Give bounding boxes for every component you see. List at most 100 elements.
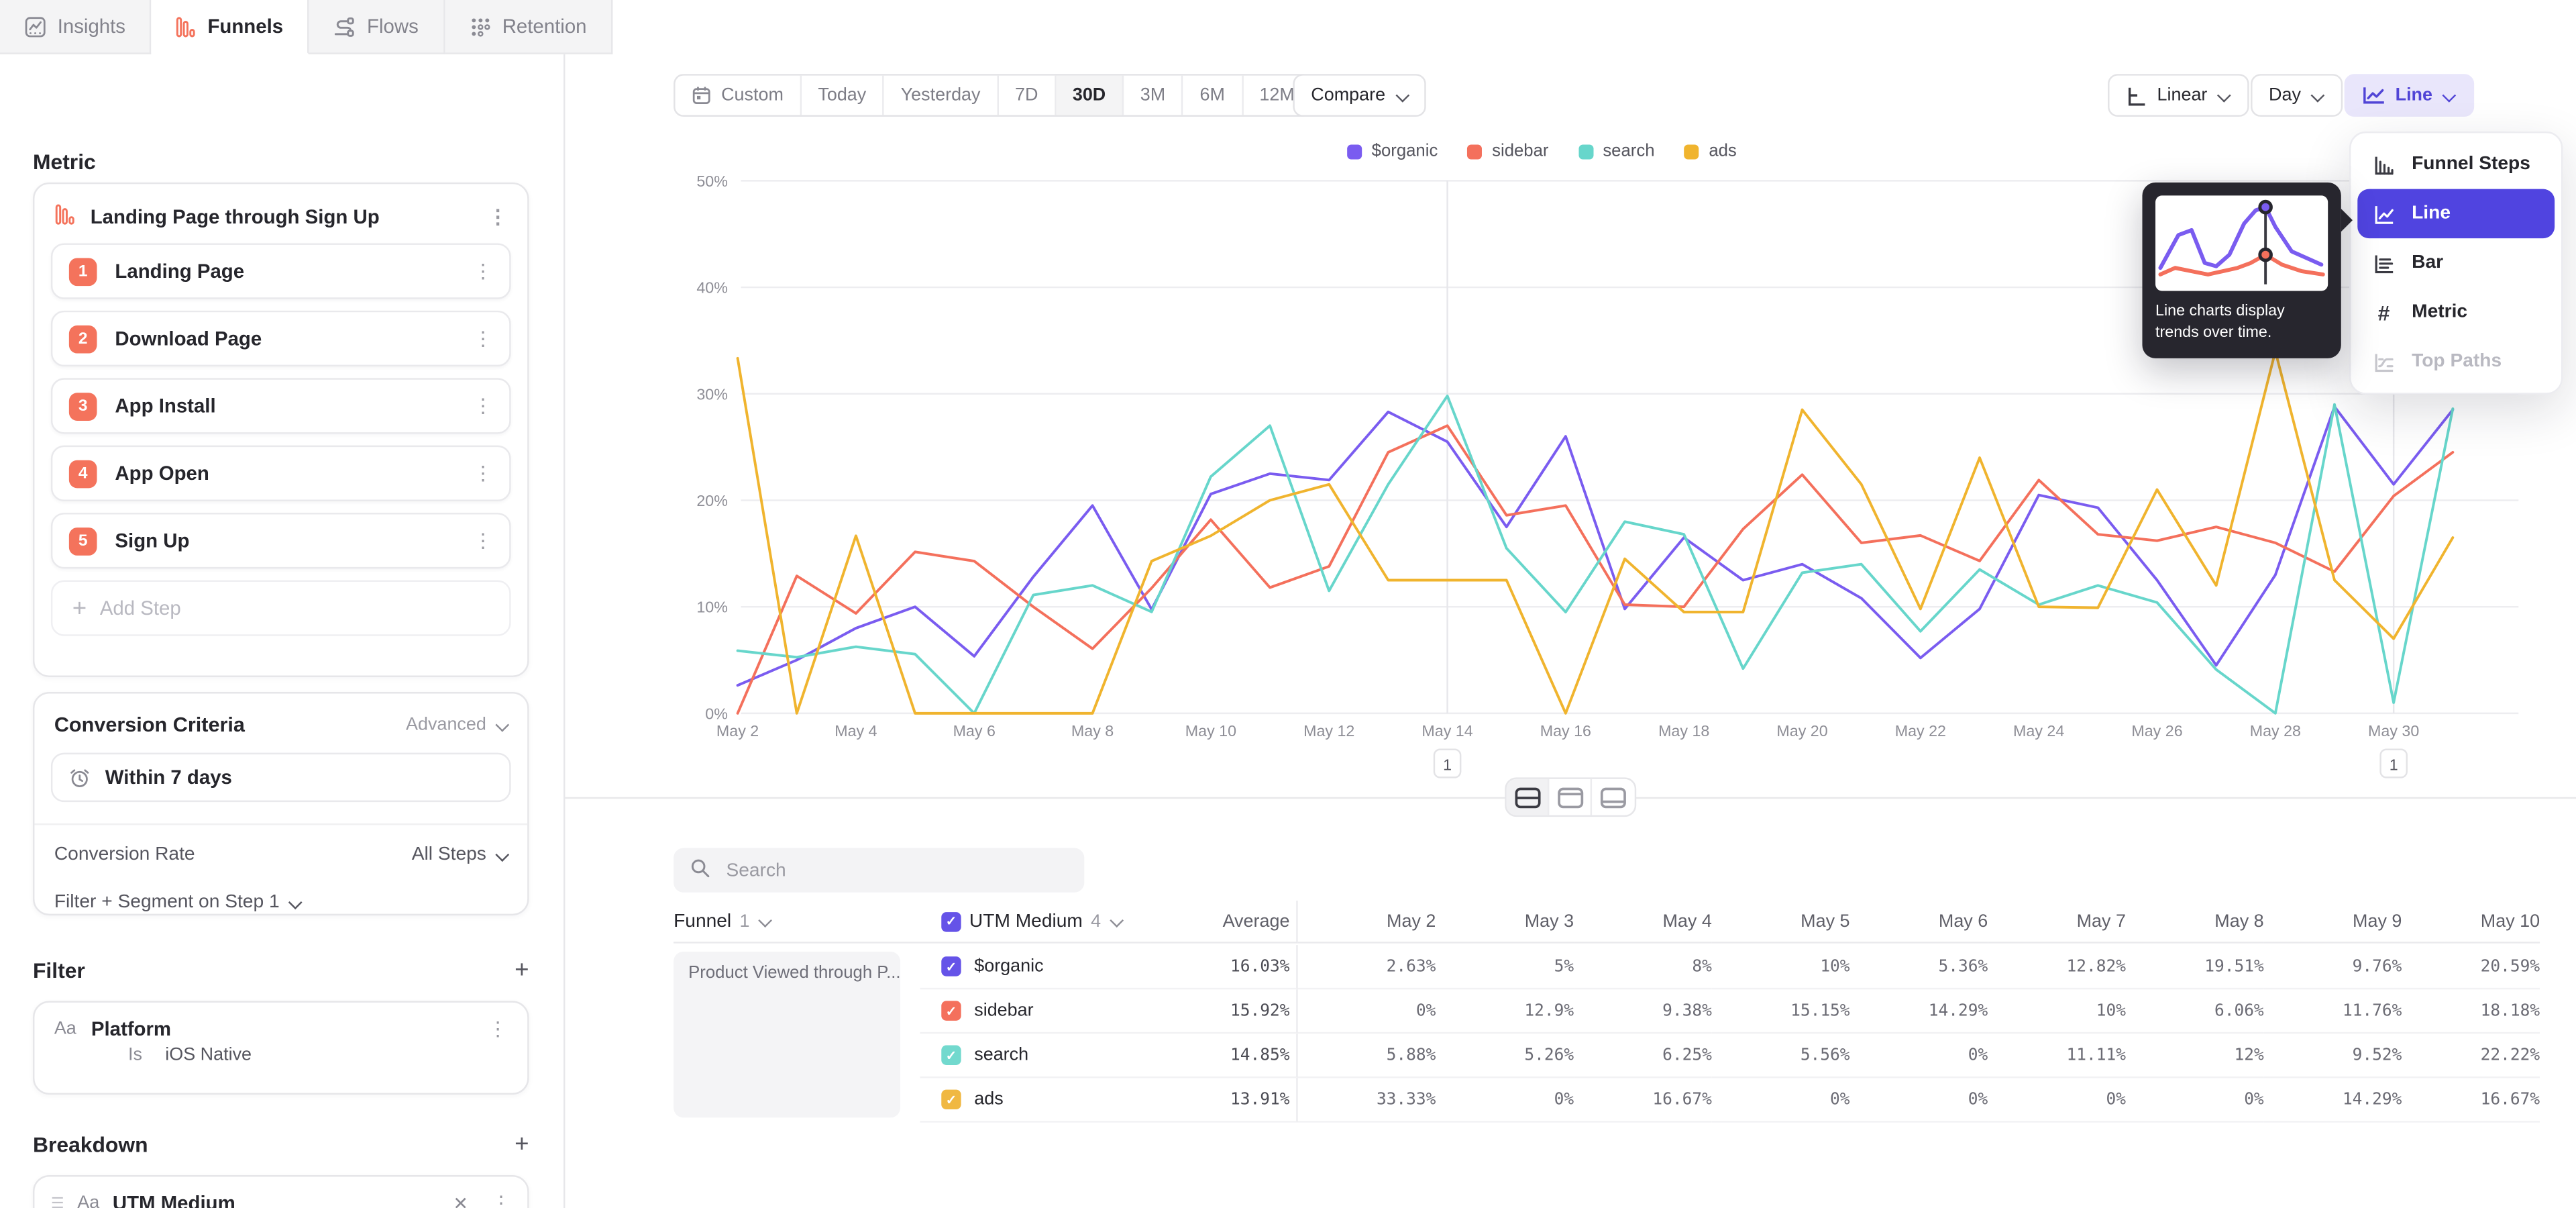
compare-label: Compare (1311, 85, 1385, 105)
funnel-step-2[interactable]: 2Download Page⋮ (51, 311, 511, 366)
kebab-menu-icon[interactable]: ⋮ (473, 329, 492, 348)
menu-item-top-paths[interactable]: Top Paths (2357, 337, 2555, 386)
compare-button[interactable]: Compare (1293, 74, 1426, 117)
range-button-today[interactable]: Today (802, 76, 884, 115)
funnels-analytics-app: Insights Funnels Flows Retention Metric … (0, 0, 2576, 1208)
row-checkbox[interactable] (941, 1090, 961, 1109)
kebab-menu-icon[interactable]: ⋮ (488, 1019, 507, 1038)
advanced-dropdown[interactable]: Advanced (406, 715, 508, 734)
add-step-button[interactable]: + Add Step (51, 580, 511, 636)
column-header-may-5[interactable]: May 5 (1712, 901, 1850, 944)
column-header-may-7[interactable]: May 7 (1988, 901, 2126, 944)
cell-value: 14.29% (2264, 1078, 2402, 1123)
select-all-checkbox[interactable] (941, 911, 961, 931)
tab-retention[interactable]: Retention (445, 0, 613, 54)
funnel-step-1[interactable]: 1 Landing Page ⋮ (51, 243, 511, 299)
funnel-cell[interactable]: Product Viewed through P... (674, 952, 900, 1117)
drag-handle-icon[interactable]: ☰ (51, 1194, 64, 1208)
funnel-column-header[interactable]: Funnel 1 (674, 901, 920, 944)
kebab-menu-icon[interactable]: ⋮ (473, 464, 492, 483)
query-builder-sidebar: Metric Landing Page through Sign Up ⋮ 1L… (0, 54, 565, 1208)
conversion-rate-dropdown[interactable]: All Steps (412, 845, 508, 864)
table-row-label-search[interactable]: search (920, 1034, 1150, 1078)
series-name: sidebar (974, 1001, 1033, 1020)
column-header-may-6[interactable]: May 6 (1850, 901, 1988, 944)
conversion-window-row[interactable]: Within 7 days (51, 753, 511, 802)
breakdown-property[interactable]: UTM Medium (113, 1192, 440, 1208)
scale-dropdown[interactable]: Linear (2108, 74, 2249, 117)
cell-value: 6.06% (2126, 989, 2264, 1034)
chevron-down-icon (2217, 89, 2231, 102)
filter-segment-dropdown[interactable]: Filter + Segment on Step 1 (54, 893, 301, 912)
conversion-rate-value: All Steps (412, 845, 486, 864)
bar-chart-icon (2371, 252, 2397, 274)
table-row-label-ads[interactable]: ads (920, 1078, 1150, 1123)
column-header-may-4[interactable]: May 4 (1574, 901, 1712, 944)
chart-type-dropdown[interactable]: Line (2345, 74, 2474, 117)
row-checkbox[interactable] (941, 1001, 961, 1020)
range-label: 12M (1259, 85, 1294, 105)
kebab-menu-icon[interactable]: ⋮ (473, 396, 492, 415)
column-header-may-8[interactable]: May 8 (2126, 901, 2264, 944)
row-checkbox[interactable] (941, 1046, 961, 1065)
step-label: Landing Page (115, 260, 455, 283)
cell-value: 11.11% (1988, 1034, 2126, 1078)
column-header-may-9[interactable]: May 9 (2264, 901, 2402, 944)
menu-item-line[interactable]: Line (2357, 189, 2555, 238)
kebab-menu-icon[interactable]: ⋮ (473, 531, 492, 550)
range-button-yesterday[interactable]: Yesterday (884, 76, 998, 115)
filter-value[interactable]: iOS Native (165, 1046, 252, 1065)
menu-item-funnel-steps[interactable]: Funnel Steps (2357, 140, 2555, 189)
search-input[interactable] (723, 859, 1068, 882)
table-row-label-$organic[interactable]: $organic (920, 945, 1150, 989)
tab-insights[interactable]: Insights (0, 0, 152, 54)
column-header-may-2[interactable]: May 2 (1298, 901, 1436, 944)
breakdown-header-count: 4 (1091, 911, 1101, 931)
range-button-6m[interactable]: 6M (1183, 76, 1243, 115)
column-header-average[interactable]: Average (1150, 901, 1297, 944)
range-button-7d[interactable]: 7D (998, 76, 1056, 115)
tab-flows[interactable]: Flows (309, 0, 445, 54)
insights-icon (25, 15, 46, 37)
row-checkbox[interactable] (941, 956, 961, 976)
column-header-may-10[interactable]: May 10 (2402, 901, 2540, 944)
menu-item-bar[interactable]: Bar (2357, 238, 2555, 287)
step-label: Sign Up (115, 530, 455, 552)
funnel-step-4[interactable]: 4App Open⋮ (51, 446, 511, 501)
tab-funnels[interactable]: Funnels (152, 0, 309, 54)
x-axis-tick-label: May 28 (2250, 722, 2301, 740)
close-icon[interactable]: ✕ (453, 1193, 468, 1208)
add-filter-button[interactable]: + (515, 956, 529, 985)
advanced-label: Advanced (406, 715, 486, 734)
funnel-step-5[interactable]: 5Sign Up⋮ (51, 513, 511, 568)
funnel-metric-row[interactable]: Landing Page through Sign Up ⋮ (34, 184, 527, 243)
funnel-metric-icon (54, 204, 76, 230)
range-button-30d[interactable]: 30D (1056, 76, 1124, 115)
column-header-may-3[interactable]: May 3 (1436, 901, 1574, 944)
granularity-label: Day (2269, 85, 2301, 105)
x-axis-tick-label: May 18 (1658, 722, 1709, 740)
filter-property[interactable]: Platform (91, 1017, 473, 1040)
step-number-badge: 1 (69, 257, 97, 285)
table-row-label-sidebar[interactable]: sidebar (920, 989, 1150, 1034)
filter-operator[interactable]: Is (128, 1046, 142, 1065)
table-only-view-button[interactable] (1592, 779, 1635, 815)
range-button-3m[interactable]: 3M (1124, 76, 1183, 115)
menu-item-metric[interactable]: #Metric (2357, 288, 2555, 337)
range-button-custom[interactable]: Custom (676, 76, 802, 115)
breakdown-column-header[interactable]: UTM Medium 4 (920, 901, 1150, 944)
kebab-menu-icon[interactable]: ⋮ (491, 1193, 511, 1208)
kebab-menu-icon[interactable]: ⋮ (473, 261, 492, 281)
kebab-menu-icon[interactable]: ⋮ (488, 207, 507, 227)
breakdown-header-label: UTM Medium (969, 911, 1083, 931)
add-breakdown-button[interactable]: + (515, 1131, 529, 1159)
split-view-button[interactable] (1507, 779, 1550, 815)
funnel-step-3[interactable]: 3App Install⋮ (51, 378, 511, 434)
x-axis-tick-label: May 10 (1185, 722, 1236, 740)
chart-only-view-button[interactable] (1549, 779, 1592, 815)
cell-value: 15.15% (1712, 989, 1850, 1034)
granularity-dropdown[interactable]: Day (2251, 74, 2342, 117)
menu-item-label: Line (2412, 204, 2451, 223)
x-axis-tick-label: May 6 (953, 722, 996, 740)
range-label: Yesterday (901, 85, 981, 105)
